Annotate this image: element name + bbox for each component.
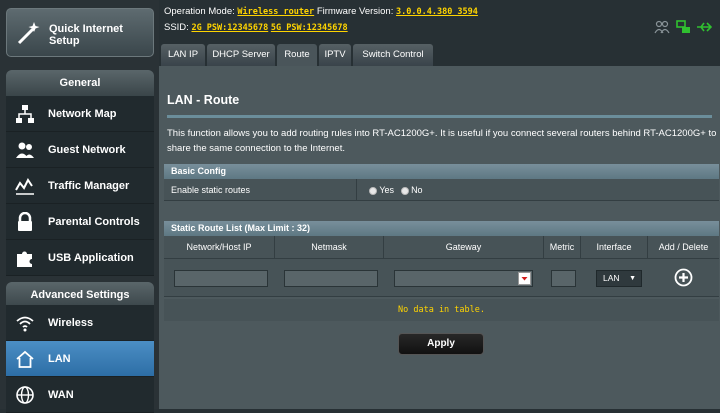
traffic-manager-icon (15, 178, 34, 195)
static-route-input-row: LAN ▼ (164, 259, 719, 297)
basic-config-header: Basic Config (164, 164, 719, 179)
tab-dhcp-server[interactable]: DHCP Server (207, 44, 275, 66)
ssid-5g[interactable]: 5G_PSW:12345678 (271, 23, 348, 33)
static-route-list-header: Static Route List (Max Limit : 32) (164, 221, 719, 236)
sidebar-item-lan[interactable]: LAN (6, 341, 154, 377)
sidebar-item-label: Parental Controls (48, 216, 140, 228)
column-metric: Metric (544, 236, 581, 259)
tab-iptv[interactable]: IPTV (319, 44, 351, 66)
firmware-link[interactable]: 3.0.0.4.380_3594 (396, 7, 478, 17)
sidebar-item-guest-network[interactable]: Guest Network (6, 132, 154, 168)
quick-internet-setup-label: Quick Internet Setup (49, 23, 123, 47)
puzzle-icon (17, 251, 32, 267)
title-divider (167, 115, 712, 118)
gateway-input[interactable] (394, 270, 533, 287)
ssid-label: SSID: (164, 22, 189, 33)
sidebar-item-parental-controls[interactable]: Parental Controls (6, 204, 154, 240)
operation-mode-link[interactable]: Wireless router (237, 7, 314, 17)
sidebar-item-label: Network Map (48, 108, 117, 120)
yes-radio[interactable] (369, 186, 377, 195)
sidebar-item-label: WAN (48, 389, 74, 401)
sidebar-item-traffic-manager[interactable]: Traffic Manager (6, 168, 154, 204)
sidebar-item-wireless[interactable]: Wireless (6, 305, 154, 341)
ssid-line: SSID: 2G_PSW:12345678 5G_PSW:12345678 (164, 22, 348, 33)
column-interface: Interface (581, 236, 648, 259)
users-icon[interactable] (654, 20, 670, 34)
sidebar-item-label: Wireless (48, 317, 94, 329)
column-netmask: Netmask (275, 236, 384, 259)
sidebar-item-usb-application[interactable]: USB Application (6, 240, 154, 276)
magic-wand-icon (17, 22, 40, 45)
metric-input[interactable] (551, 270, 576, 287)
sidebar-item-label: Traffic Manager (48, 180, 130, 192)
enable-static-routes-row: Enable static routes Yes No (164, 179, 719, 201)
apply-button[interactable]: Apply (398, 333, 484, 355)
ssid-2g[interactable]: 2G_PSW:12345678 (191, 23, 268, 33)
quick-internet-setup-button[interactable]: Quick Internet Setup (6, 8, 154, 57)
no-data-message: No data in table. (164, 299, 719, 321)
guest-network-icon (16, 142, 34, 158)
column-network-host-ip: Network/Host IP (164, 236, 275, 259)
column-add-delete: Add / Delete (658, 242, 709, 252)
sidebar-item-label: USB Application (48, 252, 134, 264)
tab-lan-ip[interactable]: LAN IP (161, 44, 205, 66)
wifi-icon (16, 316, 34, 332)
usb-status-icon[interactable] (696, 20, 712, 34)
sidebar-item-label: Guest Network (48, 144, 126, 156)
gateway-dropdown[interactable] (518, 272, 531, 285)
home-icon (16, 350, 34, 368)
page-description: This function allows you to add routing … (167, 128, 717, 154)
network-map-icon (16, 105, 34, 123)
network-host-ip-input[interactable] (174, 270, 268, 287)
chevron-down-icon (521, 277, 528, 281)
interface-chevron-icon: ▼ (629, 275, 636, 282)
firmware-label: Firmware Version: (316, 6, 394, 17)
row-divider (356, 179, 357, 201)
tab-switch-control[interactable]: Switch Control (353, 44, 433, 66)
top-status-bar: Operation Mode: Wireless router Firmware… (159, 0, 720, 46)
column-gateway: Gateway (384, 236, 544, 259)
static-routes-radio-group: Yes No (369, 179, 423, 201)
general-section-header: General (6, 70, 154, 96)
yes-label: Yes (379, 185, 395, 195)
enable-static-routes-label: Enable static routes (171, 185, 251, 195)
netmask-input[interactable] (284, 270, 378, 287)
lock-icon (18, 212, 32, 231)
globe-icon (16, 386, 34, 404)
no-label: No (411, 185, 423, 195)
main-content: LAN - Route This function allows you to … (159, 66, 720, 409)
network-status-icon[interactable] (676, 20, 692, 34)
sidebar-item-network-map[interactable]: Network Map (6, 96, 154, 132)
status-icons (654, 20, 714, 34)
add-route-button[interactable] (674, 268, 693, 287)
operation-mode-label: Operation Mode: (164, 6, 235, 17)
interface-select-value: LAN (603, 273, 620, 283)
static-route-columns-row: Network/Host IP Netmask Gateway Metric I… (164, 236, 719, 259)
sidebar-item-label: LAN (48, 353, 71, 365)
operation-mode-line: Operation Mode: Wireless router Firmware… (164, 6, 478, 17)
tab-route[interactable]: Route (277, 44, 317, 66)
interface-select[interactable]: LAN ▼ (596, 270, 642, 287)
page-title: LAN - Route (167, 93, 240, 107)
sidebar-item-wan[interactable]: WAN (6, 377, 154, 413)
no-radio[interactable] (400, 186, 409, 195)
sidebar: Quick Internet Setup General Network Map… (0, 0, 159, 413)
